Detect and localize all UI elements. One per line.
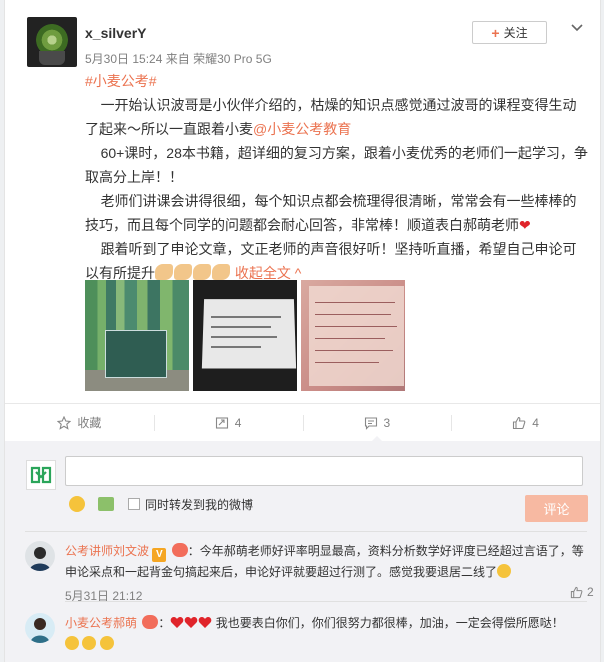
image-thumb-notes[interactable] <box>301 280 405 391</box>
username[interactable]: x_silverY <box>85 25 147 41</box>
collapse-label: 收起全文 <box>234 265 291 281</box>
heart-emoji-icon <box>170 616 212 630</box>
repost-button[interactable]: 4 <box>153 404 303 441</box>
emoji-icon[interactable] <box>69 496 85 512</box>
follow-button[interactable]: + 关注 <box>472 21 547 44</box>
star-icon <box>57 415 72 430</box>
member-badge-icon <box>142 615 159 629</box>
grin-emoji-icon <box>497 564 512 578</box>
like-count: 4 <box>532 415 539 430</box>
post-header: x_silverY 5月30日 15:24 来自 荣耀30 Pro 5G + 关… <box>5 0 600 80</box>
commenter-name[interactable]: 公考讲师刘文波 <box>65 544 149 558</box>
comment-icon <box>364 416 377 430</box>
comment-button[interactable]: 3 <box>302 404 452 443</box>
chevron-up-icon: ^ <box>294 265 302 281</box>
comment-like-count: 2 <box>587 585 594 599</box>
post-content: #小麦公考# 一开始认识波哥是小伙伴介绍的，枯燥的知识点感觉通过波哥的课程变得生… <box>85 69 590 285</box>
post-para-2: 60+课时，28本书籍，超详细的复习方案，跟着小麦优秀的老师们一起学习，争取高分… <box>85 145 588 185</box>
thumbs-up-icon <box>513 416 526 429</box>
follow-label: 关注 <box>503 26 528 40</box>
post-device[interactable]: 荣耀30 Pro 5G <box>193 52 272 66</box>
favorite-label: 收藏 <box>77 416 102 430</box>
member-badge-icon <box>171 543 188 557</box>
post-meta: 5月30日 15:24 来自 荣耀30 Pro 5G <box>85 50 272 67</box>
comment-count: 3 <box>383 415 391 430</box>
repost-count: 4 <box>234 415 242 430</box>
comment-like-button[interactable]: 2 <box>570 585 594 599</box>
current-user-avatar[interactable] <box>26 460 56 490</box>
source-prefix: 来自 <box>165 52 190 66</box>
comment-section: 同时转发到我的微博 评论 公考讲师刘文波 V ：今年郝萌老师好评率明显最高，资料… <box>5 441 600 662</box>
commenter-name[interactable]: 小麦公考郝萌 <box>65 616 137 630</box>
kiss-emoji-icon <box>65 636 114 651</box>
topic-link[interactable]: #小麦公考# <box>85 73 157 89</box>
heart-emoji-icon: ❤ <box>519 217 531 233</box>
post-time[interactable]: 5月30日 15:24 <box>85 52 162 66</box>
image-thumb-screen[interactable] <box>193 280 297 391</box>
comment-avatar[interactable] <box>25 541 55 571</box>
user-avatar[interactable] <box>27 17 77 67</box>
favorite-button[interactable]: 收藏 <box>5 404 154 441</box>
thumbs-up-icon <box>570 586 583 598</box>
image-upload-icon[interactable] <box>98 497 114 511</box>
flex-emoji-icon <box>155 264 231 281</box>
comment-text: 公考讲师刘文波 V ：今年郝萌老师好评率明显最高，资料分析数学好评度已经超过言语… <box>65 541 585 583</box>
comment-body: 我也要表白你们，你们很努力都很棒，加油，一定会得偿所愿哒！ <box>212 616 564 630</box>
divider <box>25 531 587 532</box>
comment-avatar[interactable] <box>25 613 55 643</box>
comment-body-prefix: ： <box>158 616 171 630</box>
divider <box>65 601 587 602</box>
repost-icon <box>215 416 228 429</box>
weibo-post-card: x_silverY 5月30日 15:24 来自 荣耀30 Pro 5G + 关… <box>4 0 601 662</box>
forward-checkbox[interactable] <box>128 498 140 510</box>
post-para-3: 老师们讲课会讲得很细，每个知识点都会梳理得很清晰，常常会有一些棒棒的技巧，而且每… <box>85 193 577 233</box>
logo-icon <box>30 466 52 484</box>
forward-label: 同时转发到我的微博 <box>145 498 254 512</box>
action-bar: 收藏 4 3 4 <box>5 403 600 443</box>
image-thumb-books[interactable] <box>85 280 189 391</box>
image-gallery <box>85 280 405 391</box>
submit-comment-button[interactable]: 评论 <box>525 495 588 522</box>
like-button[interactable]: 4 <box>451 404 600 441</box>
collapse-link[interactable]: 收起全文 ^ <box>235 265 301 281</box>
plus-icon: + <box>491 24 500 41</box>
mention-link[interactable]: @小麦公考教育 <box>253 121 351 137</box>
chevron-down-icon[interactable] <box>571 22 583 34</box>
comment-input[interactable] <box>65 456 583 486</box>
comment-text: 小麦公考郝萌 ： 我也要表白你们，你们很努力都很棒，加油，一定会得偿所愿哒！ <box>65 613 585 655</box>
verified-badge-icon: V <box>152 548 167 562</box>
